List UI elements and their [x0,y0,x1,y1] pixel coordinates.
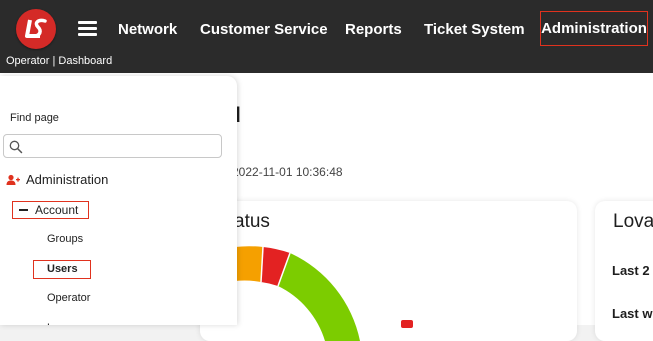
side-card-row: Last w [612,306,653,321]
brand-logo[interactable] [16,9,56,49]
side-card-title: Lova [613,211,653,232]
nav-ticket-system[interactable]: Ticket System [424,21,525,38]
status-donut-chart [235,246,360,341]
add-user-icon [6,174,20,185]
tree-item-administration[interactable]: Administration [6,172,108,187]
top-navigation-bar: Operator | Dashboard Network Customer Se… [0,0,653,73]
find-page-search-input[interactable] [3,134,222,158]
donut-segment-green [278,253,360,341]
tree-item-operator[interactable]: Operator [47,292,90,304]
nav-network[interactable]: Network [118,21,177,38]
nav-administration[interactable]: Administration [540,11,648,46]
nav-reports[interactable]: Reports [345,21,402,38]
side-card-row: Last 2 [612,263,650,278]
brand-caption: Operator | Dashboard [6,55,113,67]
find-page-label: Find page [10,112,59,124]
status-card: atus [200,201,577,341]
brand-logo-mark-icon [25,18,47,38]
tree-item-groups[interactable]: Groups [47,233,83,245]
donut-segment-orange [235,246,263,282]
nav-customer-service[interactable]: Customer Service [200,21,328,38]
hamburger-menu-icon[interactable] [78,21,97,36]
tree-group-label: Account [35,203,79,217]
tree-item-label: Administration [26,172,109,187]
tree-group-account[interactable]: Account [12,201,89,219]
legend-swatch-red [401,320,413,328]
tree-item-users[interactable]: Users [33,260,91,279]
search-icon [9,140,23,154]
side-card: Lova Last 2 Last w [595,201,653,341]
collapse-minus-icon[interactable] [19,209,28,211]
page-finder-sidebar: Find page Administration Account Groups … [0,76,237,325]
tree-item-label: Users [47,263,78,275]
last-updated-timestamp: 2022-11-01 10:36:48 [232,165,343,179]
